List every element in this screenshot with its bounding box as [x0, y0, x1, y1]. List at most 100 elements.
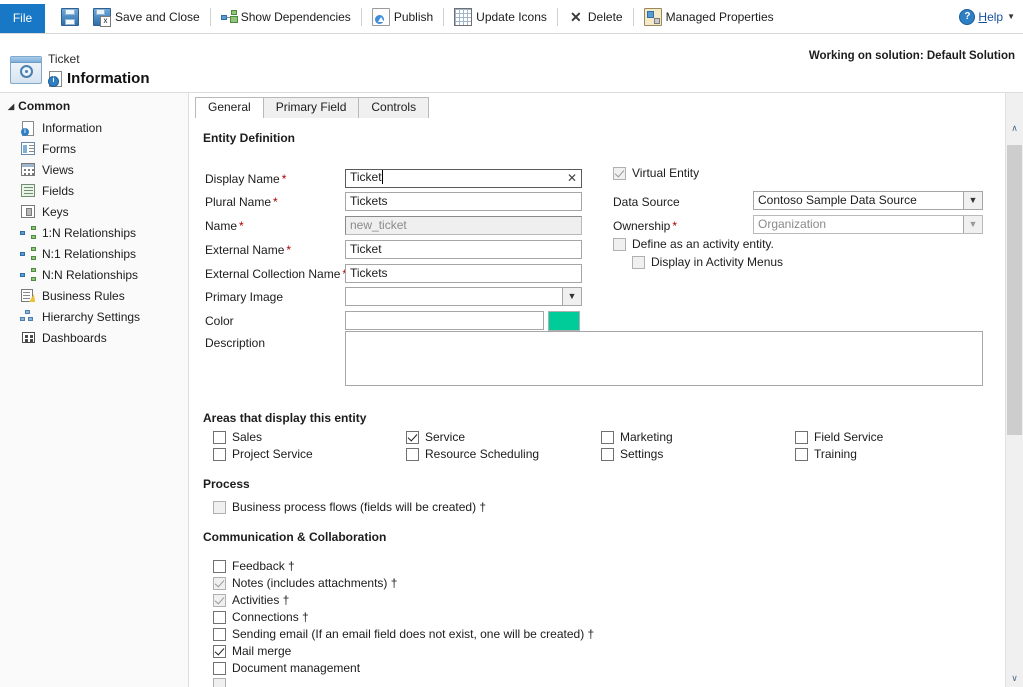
area-checkbox-resource-scheduling[interactable]: Resource Scheduling — [406, 447, 539, 461]
sidebar-item-nn-relationships[interactable]: N:N Relationships — [0, 264, 188, 285]
file-tab[interactable]: File — [0, 4, 45, 33]
sidebar-item-business-rules[interactable]: Business Rules — [0, 285, 188, 306]
area-checkbox-settings[interactable]: Settings — [601, 447, 663, 461]
publish-label: Publish — [394, 10, 433, 24]
save-and-close-button[interactable]: Save and Close — [86, 0, 207, 33]
help-button[interactable]: ? Help ▼ — [959, 0, 1015, 33]
delete-button[interactable]: ✕ Delete — [561, 0, 630, 33]
area-checkbox-field-service[interactable]: Field Service — [795, 430, 883, 444]
checkbox[interactable] — [213, 560, 226, 573]
publish-button[interactable]: Publish — [365, 0, 440, 33]
checkbox[interactable] — [601, 448, 614, 461]
virtual-entity-row: Virtual Entity — [613, 166, 699, 180]
business-rules-icon — [20, 289, 36, 303]
area-label: Field Service — [814, 430, 883, 444]
comm-checkbox-connections[interactable]: Connections † — [213, 610, 309, 624]
information-icon — [20, 121, 36, 135]
description-textarea[interactable] — [345, 331, 983, 386]
scroll-up-icon[interactable]: ∧ — [1006, 120, 1023, 137]
color-swatch[interactable] — [548, 311, 580, 331]
sidebar-item-dashboards[interactable]: Dashboards — [0, 327, 188, 348]
sidebar-item-views[interactable]: Views — [0, 159, 188, 180]
name-value: new_ticket — [350, 218, 407, 232]
checkbox[interactable] — [213, 448, 226, 461]
ribbon-separator — [361, 8, 362, 26]
comm-checkbox-feedback[interactable]: Feedback † — [213, 559, 295, 573]
sidebar-item-keys[interactable]: Keys — [0, 201, 188, 222]
checkbox[interactable] — [601, 431, 614, 444]
checkbox — [213, 678, 226, 687]
sidebar-item-1n-relationships[interactable]: 1:N Relationships — [0, 222, 188, 243]
area-checkbox-sales[interactable]: Sales — [213, 430, 262, 444]
checkbox[interactable] — [213, 431, 226, 444]
checkbox[interactable] — [795, 448, 808, 461]
area-label: Resource Scheduling — [425, 447, 539, 461]
vertical-scrollbar[interactable]: ∧ ∨ — [1005, 93, 1023, 687]
sidebar-item-fields[interactable]: Fields — [0, 180, 188, 201]
chevron-down-icon: ▼ — [562, 288, 581, 305]
external-collection-name-input[interactable]: Tickets — [345, 264, 582, 283]
color-input[interactable] — [345, 311, 544, 330]
sidebar-item-label: Views — [42, 163, 74, 177]
views-icon — [20, 163, 36, 177]
communication-section-title: Communication & Collaboration — [203, 530, 386, 544]
comm-checkbox-sending-email[interactable]: Sending email (If an email field does no… — [213, 627, 594, 641]
area-checkbox-service[interactable]: Service — [406, 430, 465, 444]
save-button[interactable] — [54, 0, 86, 33]
checkbox[interactable] — [213, 645, 226, 658]
checkbox[interactable] — [213, 611, 226, 624]
checkbox[interactable] — [406, 431, 419, 444]
managed-properties-button[interactable]: Managed Properties — [637, 0, 781, 33]
color-label: Color — [205, 314, 234, 328]
area-checkbox-project-service[interactable]: Project Service — [213, 447, 313, 461]
area-checkbox-training[interactable]: Training — [795, 447, 857, 461]
virtual-entity-label: Virtual Entity — [632, 166, 699, 180]
checkbox[interactable] — [213, 628, 226, 641]
comm-checkbox-activities: Activities † — [213, 593, 289, 607]
area-checkbox-marketing[interactable]: Marketing — [601, 430, 673, 444]
chevron-down-icon: ▼ — [963, 192, 982, 209]
ownership-select: Organization ▼ — [753, 215, 983, 234]
scrollbar-thumb[interactable] — [1007, 145, 1022, 435]
checkbox[interactable] — [795, 431, 808, 444]
external-name-input[interactable]: Ticket — [345, 240, 582, 259]
sidebar-item-label: Keys — [42, 205, 69, 219]
show-dependencies-button[interactable]: Show Dependencies — [214, 0, 358, 33]
checkbox[interactable] — [406, 448, 419, 461]
primary-image-select[interactable]: ▼ — [345, 287, 582, 306]
sidebar-item-label: Hierarchy Settings — [42, 310, 140, 324]
plural-name-input[interactable]: Tickets — [345, 192, 582, 211]
update-icons-button[interactable]: Update Icons — [447, 0, 554, 33]
sidebar-item-label: Forms — [42, 142, 76, 156]
ownership-value: Organization — [758, 217, 826, 231]
sidebar-item-hierarchy-settings[interactable]: Hierarchy Settings — [0, 306, 188, 327]
process-label: Business process flows (fields will be c… — [232, 500, 486, 514]
comm-label: Sending email (If an email field does no… — [232, 627, 594, 641]
ribbon-separator — [557, 8, 558, 26]
command-ribbon: File Save and Close Show Dependencies Pu… — [0, 0, 1023, 34]
areas-section-title: Areas that display this entity — [203, 411, 366, 425]
clear-display-name-icon[interactable]: ✕ — [567, 171, 577, 185]
sidebar-group-common[interactable]: ◢ Common — [0, 93, 188, 117]
sidebar-item-forms[interactable]: Forms — [0, 138, 188, 159]
display-name-input[interactable]: Ticket ✕ — [345, 169, 582, 188]
scroll-down-icon[interactable]: ∨ — [1006, 670, 1023, 687]
keys-icon — [20, 205, 36, 219]
checkbox[interactable] — [213, 662, 226, 675]
main-content: General Primary Field Controls Entity De… — [189, 93, 1023, 687]
comm-checkbox-document-management[interactable]: Document management — [213, 661, 360, 675]
sidebar-item-n1-relationships[interactable]: N:1 Relationships — [0, 243, 188, 264]
external-name-label: External Name* — [205, 243, 291, 257]
data-source-select[interactable]: Contoso Sample Data Source ▼ — [753, 191, 983, 210]
plural-name-value: Tickets — [350, 194, 388, 208]
tab-controls[interactable]: Controls — [358, 97, 429, 118]
comm-checkbox-mail-merge[interactable]: Mail merge — [213, 644, 291, 658]
tab-primary-field[interactable]: Primary Field — [263, 97, 360, 118]
activity-entity-row: Define as an activity entity. — [613, 237, 774, 251]
tab-general[interactable]: General — [195, 97, 264, 119]
area-label: Project Service — [232, 447, 313, 461]
plural-name-label: Plural Name* — [205, 195, 278, 209]
sidebar-item-information[interactable]: Information — [0, 117, 188, 138]
sidebar-item-label: Fields — [42, 184, 74, 198]
primary-image-label: Primary Image — [205, 290, 283, 304]
